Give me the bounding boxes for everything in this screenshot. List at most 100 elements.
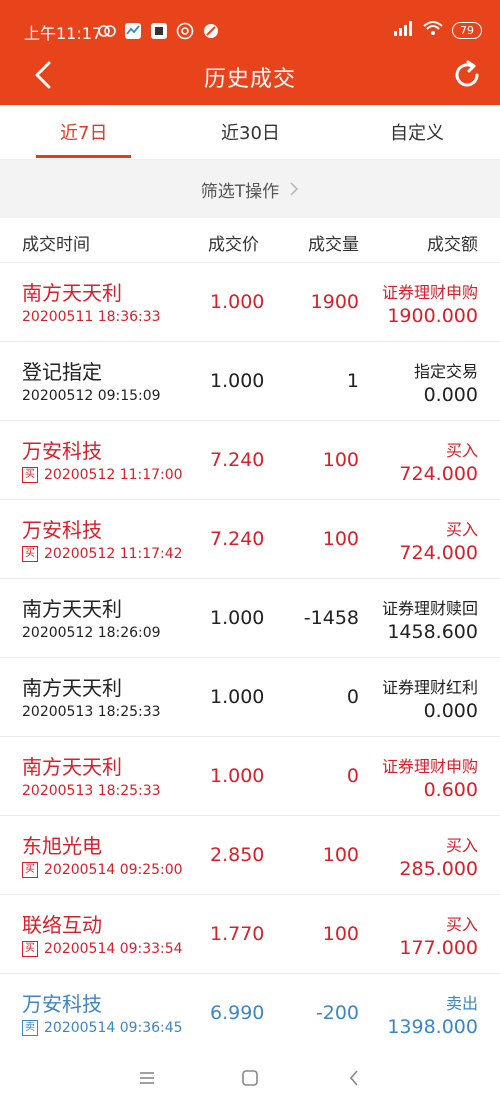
active-tab-indicator — [36, 155, 131, 158]
trade-amount: 724.000 — [399, 463, 478, 485]
page-title: 历史成交 — [203, 67, 296, 92]
trade-time: 20200513 18:25:33 — [22, 704, 161, 720]
app-header: 上午11:17 79 历史成交 — [0, 0, 500, 105]
trade-type-badge: 买 — [22, 467, 38, 483]
status-time: 上午11:17 — [24, 24, 103, 43]
col-time: 成交时间 — [22, 235, 90, 255]
trade-price: 1.000 — [210, 686, 265, 708]
podcast-icon — [176, 22, 194, 40]
trade-amount: 0.000 — [423, 700, 478, 722]
home-button[interactable] — [236, 1064, 264, 1092]
trade-quantity: 0 — [346, 765, 359, 787]
trade-time: 20200513 18:25:33 — [22, 783, 161, 799]
status-bar: 上午11:17 79 — [0, 0, 500, 60]
table-header: 成交时间 成交价 成交量 成交额 — [0, 218, 500, 263]
trade-amount: 724.000 — [399, 542, 478, 564]
trade-operation: 证券理财申购 — [381, 757, 478, 776]
trade-operation: 买入 — [445, 915, 478, 934]
trade-quantity: -200 — [315, 1002, 359, 1024]
trade-row[interactable]: 南方天天利 20200512 18:26:09 1.000 -1458 证券理财赎回 14… — [0, 579, 500, 658]
trade-time: 卖 20200514 09:36:45 — [22, 1020, 183, 1036]
trade-amount: 1398.000 — [387, 1016, 478, 1038]
trade-price: 1.000 — [210, 291, 265, 313]
trade-row[interactable]: 万安科技卖 20200514 09:36:45 6.990 -200 卖出 1398.00… — [0, 974, 500, 1053]
tab-30-days[interactable]: 近30日 — [221, 119, 280, 145]
trade-type-badge: 买 — [22, 941, 38, 957]
trade-operation: 卖出 — [445, 994, 478, 1013]
trade-quantity: 100 — [322, 844, 359, 866]
period-tabs: 近7日 近30日 自定义 — [0, 105, 500, 160]
system-nav-bar — [0, 1048, 500, 1110]
trade-amount: 1458.600 — [387, 621, 478, 643]
stock-name: 登记指定 — [22, 360, 102, 384]
trade-type-badge: 卖 — [22, 1020, 38, 1036]
trade-price: 6.990 — [210, 1002, 265, 1024]
trade-quantity: 100 — [322, 923, 359, 945]
stock-name: 万安科技 — [22, 439, 102, 463]
app-icon-blue — [124, 22, 142, 40]
trade-row[interactable]: 东旭光电买 20200514 09:25:00 2.850 100 买入 285.000 — [0, 816, 500, 895]
trade-time-text: 20200512 11:17:42 — [44, 546, 183, 562]
trade-row[interactable]: 登记指定 20200512 09:15:09 1.000 1 指定交易 0.000 — [0, 342, 500, 421]
stock-name: 万安科技 — [22, 518, 102, 542]
trade-time-text: 20200511 18:36:33 — [22, 309, 161, 325]
block-icon — [202, 22, 220, 40]
trade-time: 20200512 09:15:09 — [22, 388, 161, 404]
col-quantity: 成交量 — [308, 235, 359, 255]
battery-icon: 79 — [452, 21, 482, 39]
trade-quantity: -1458 — [303, 607, 359, 629]
trade-amount: 177.000 — [399, 937, 478, 959]
stock-name: 联络互动 — [22, 913, 102, 937]
trade-price: 1.000 — [210, 607, 265, 629]
trade-operation: 指定交易 — [413, 362, 478, 381]
trade-time: 20200511 18:36:33 — [22, 309, 161, 325]
trade-time: 买 20200512 11:17:00 — [22, 467, 183, 483]
trade-list: 南方天天利 20200511 18:36:33 1.000 1900 证券理财申购 190… — [0, 263, 500, 1053]
wifi-icon — [423, 20, 443, 40]
trade-row[interactable]: 南方天天利 20200511 18:36:33 1.000 1900 证券理财申购 190… — [0, 263, 500, 342]
filter-label: 筛选T操作 — [200, 181, 280, 202]
trade-quantity: 0 — [346, 686, 359, 708]
stock-name: 东旭光电 — [22, 834, 102, 858]
trade-quantity: 1 — [346, 370, 359, 392]
system-back-button[interactable] — [340, 1064, 368, 1092]
trade-operation: 证券理财红利 — [381, 678, 478, 697]
filter-t-operation-button[interactable]: 筛选T操作 — [0, 160, 500, 218]
refresh-icon — [455, 60, 479, 87]
trade-operation: 买入 — [445, 441, 478, 460]
trade-price: 7.240 — [210, 528, 265, 550]
trade-operation: 证券理财申购 — [381, 283, 478, 302]
tab-custom[interactable]: 自定义 — [390, 119, 444, 145]
trade-price: 1.770 — [210, 923, 265, 945]
app-icon-black — [150, 22, 168, 40]
trade-row[interactable]: 万安科技买 20200512 11:17:00 7.240 100 买入 724.000 — [0, 421, 500, 500]
trade-time-text: 20200514 09:36:45 — [44, 1020, 183, 1036]
trade-quantity: 1900 — [310, 291, 359, 313]
trade-time-text: 20200514 09:33:54 — [44, 941, 183, 957]
stock-name: 南方天天利 — [22, 676, 122, 700]
trade-quantity: 100 — [322, 528, 359, 550]
trade-row[interactable]: 南方天天利 20200513 18:25:33 1.000 0 证券理财申购 0.600 — [0, 737, 500, 816]
menu-icon — [140, 1072, 154, 1084]
home-icon — [242, 1070, 258, 1086]
trade-price: 7.240 — [210, 449, 265, 471]
status-notification-icons — [98, 22, 220, 40]
tab-7-days[interactable]: 近7日 — [60, 119, 107, 145]
trade-row[interactable]: 万安科技买 20200512 11:17:42 7.240 100 买入 724.000 — [0, 500, 500, 579]
trade-operation: 证券理财赎回 — [381, 599, 478, 618]
signal-icon — [392, 20, 414, 40]
trade-amount: 1900.000 — [387, 305, 478, 327]
trade-operation: 买入 — [445, 520, 478, 539]
menu-button[interactable] — [133, 1064, 161, 1092]
trade-price: 2.850 — [210, 844, 265, 866]
trade-time: 买 20200514 09:25:00 — [22, 862, 183, 878]
trade-time: 买 20200514 09:33:54 — [22, 941, 183, 957]
refresh-button[interactable] — [448, 56, 486, 94]
title-bar: 历史成交 — [0, 52, 500, 102]
trade-time-text: 20200512 09:15:09 — [22, 388, 161, 404]
col-amount: 成交额 — [427, 235, 478, 255]
trade-amount: 0.000 — [423, 384, 478, 406]
stock-name: 南方天天利 — [22, 597, 122, 621]
trade-row[interactable]: 南方天天利 20200513 18:25:33 1.000 0 证券理财红利 0.000 — [0, 658, 500, 737]
trade-row[interactable]: 联络互动买 20200514 09:33:54 1.770 100 买入 177.000 — [0, 895, 500, 974]
